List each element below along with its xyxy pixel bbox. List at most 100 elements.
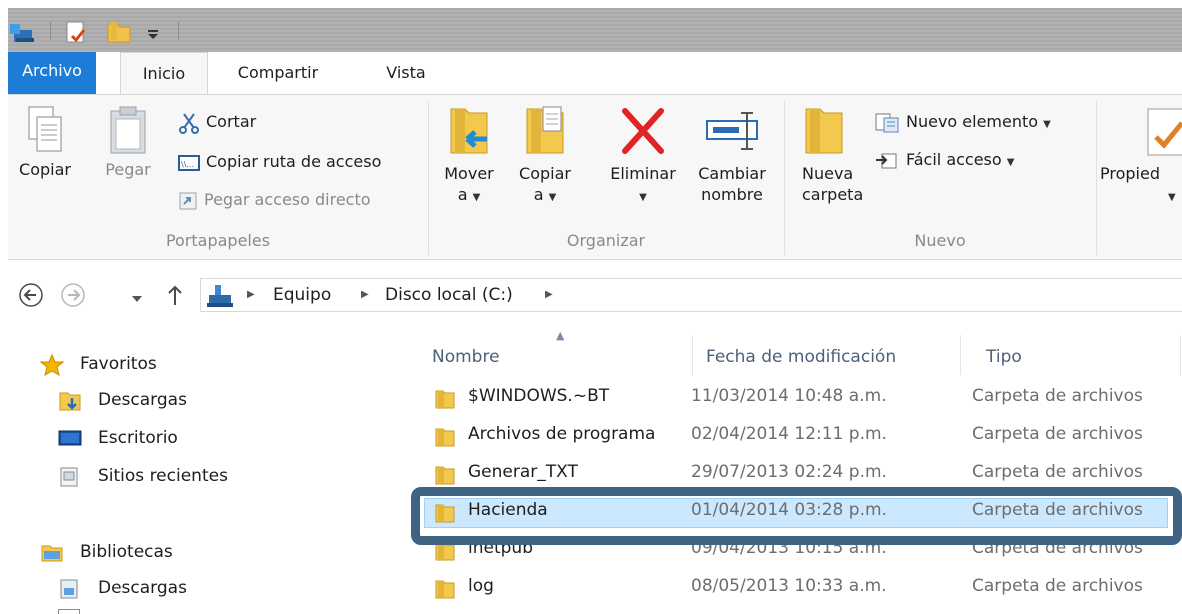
new-folder-qat-icon[interactable]: [106, 20, 132, 44]
libraries-icon: [41, 545, 63, 562]
explorer-app-icon[interactable]: [10, 20, 40, 44]
easy-access-button[interactable]: Fácil acceso ▼: [874, 147, 1014, 173]
properties-button[interactable]: Propied ▼: [1100, 105, 1182, 208]
qat-separator: [50, 22, 51, 40]
new-folder-button[interactable]: Nueva carpeta: [792, 105, 863, 205]
recent-locations-button[interactable]: [130, 289, 144, 308]
cut-label: Cortar: [206, 112, 257, 131]
nav-item-bibliotecas[interactable]: Bibliotecas: [40, 539, 240, 565]
address-bar[interactable]: ▶ Equipo ▶ Disco local (C:) ▶: [200, 278, 1182, 312]
tab-inicio[interactable]: Inicio: [120, 52, 208, 95]
copy-to-button[interactable]: Copiar a ▼: [512, 105, 578, 208]
file-row[interactable]: Archivos de programa 02/04/2014 12:11 p.m…: [410, 419, 1182, 453]
nav-item-label: Descargas: [98, 390, 187, 410]
organize-group-label: Organizar: [566, 231, 646, 250]
file-type: Carpeta de archivos: [972, 538, 1143, 558]
file-name: inetpub: [468, 538, 533, 558]
file-type: Carpeta de archivos: [972, 576, 1143, 596]
nav-item-escritorio[interactable]: Escritorio: [58, 425, 258, 451]
move-to-label-1: Mover: [444, 164, 494, 183]
copy-path-label: Copiar ruta de acceso: [206, 152, 382, 171]
column-header-fecha[interactable]: Fecha de modificación: [706, 337, 946, 377]
cut-button[interactable]: Cortar: [178, 109, 256, 135]
file-row[interactable]: $WINDOWS.~BT 11/03/2014 10:48 a.m. Carpeta…: [410, 381, 1182, 415]
breadcrumb-disco-local[interactable]: Disco local (C:): [385, 285, 513, 305]
library-downloads-icon: [60, 579, 78, 599]
folder-icon: [434, 464, 456, 490]
file-date: 01/04/2014 03:28 p.m.: [691, 500, 887, 520]
paste-shortcut-icon: [179, 192, 197, 209]
copy-icon: [28, 106, 62, 152]
file-date: 09/04/2013 10:15 a.m.: [691, 538, 887, 558]
delete-button[interactable]: Eliminar ▼: [600, 105, 686, 208]
breadcrumb-arrow-icon: ▶: [247, 289, 255, 300]
new-item-button[interactable]: Nuevo elemento ▼: [874, 109, 1051, 135]
properties-label: Propied: [1100, 164, 1160, 183]
new-item-icon: [875, 113, 899, 132]
customize-qat-icon[interactable]: [144, 20, 162, 44]
file-name: Archivos de programa: [468, 424, 656, 444]
nav-item-biblioteca-descargas[interactable]: Descargas: [58, 575, 258, 601]
downloads-folder-icon: [59, 392, 81, 411]
forward-button[interactable]: [60, 282, 86, 312]
properties-qat-icon[interactable]: [64, 20, 90, 44]
breadcrumb-equipo[interactable]: Equipo: [273, 285, 331, 305]
copy-path-icon: \\...: [178, 154, 200, 171]
chevron-down-icon: ▼: [548, 192, 557, 203]
delete-x-icon: [622, 108, 664, 154]
desktop-icon: [58, 430, 82, 446]
copy-label: Copiar: [19, 160, 71, 179]
file-date: 02/04/2014 12:11 p.m.: [691, 424, 887, 444]
copy-to-label-2: a: [533, 185, 544, 204]
up-button[interactable]: [166, 283, 184, 311]
file-row[interactable]: Hacienda 01/04/2014 03:28 p.m. Carpeta de …: [410, 495, 1182, 529]
column-header-tipo[interactable]: Tipo: [986, 337, 1146, 377]
folder-icon: [434, 578, 456, 604]
breadcrumb-arrow-icon: ▶: [545, 289, 553, 300]
back-button[interactable]: [18, 282, 44, 312]
folder-icon: [434, 426, 456, 452]
chevron-down-icon: ▼: [1006, 157, 1015, 168]
nav-item-favoritos[interactable]: Favoritos: [40, 351, 240, 377]
nav-item-sitios-recientes[interactable]: Sitios recientes: [58, 463, 278, 489]
properties-icon: [1147, 108, 1182, 156]
tab-compartir[interactable]: Compartir: [222, 52, 334, 94]
file-row[interactable]: Generar_TXT 29/07/2013 02:24 p.m. Carpeta …: [410, 457, 1182, 491]
rename-button[interactable]: Cambiar nombre: [690, 105, 774, 205]
file-type: Carpeta de archivos: [972, 500, 1143, 520]
file-row[interactable]: inetpub 09/04/2013 10:15 a.m. Carpeta de a…: [410, 533, 1182, 567]
tab-vista[interactable]: Vista: [376, 52, 436, 94]
column-separator[interactable]: [960, 335, 961, 375]
chevron-down-icon: ▼: [472, 192, 481, 203]
paste-button[interactable]: Pegar: [100, 105, 156, 180]
clipboard-group-label: Portapapeles: [165, 231, 271, 250]
file-name: $WINDOWS.~BT: [468, 386, 610, 406]
paste-shortcut-label: Pegar acceso directo: [204, 190, 371, 209]
partially-visible-item-icon: [58, 609, 80, 614]
column-separator[interactable]: [692, 335, 693, 375]
copy-path-button[interactable]: \\... Copiar ruta de acceso: [178, 149, 381, 175]
copy-to-label-1: Copiar: [519, 164, 571, 183]
tab-archivo[interactable]: Archivo: [8, 52, 96, 94]
new-folder-label-1: Nueva: [802, 164, 854, 183]
file-name: Generar_TXT: [468, 462, 578, 482]
nav-item-descargas[interactable]: Descargas: [58, 387, 258, 413]
move-to-button[interactable]: Mover a ▼: [438, 105, 500, 208]
copy-button[interactable]: Copiar: [18, 105, 72, 180]
column-header-nombre[interactable]: Nombre: [432, 337, 672, 377]
folder-icon: [434, 502, 456, 528]
easy-access-icon: [876, 153, 897, 168]
copy-to-icon: [526, 106, 564, 154]
paste-shortcut-button[interactable]: Pegar acceso directo: [178, 187, 371, 213]
title-bar-background: [8, 8, 1182, 52]
column-separator[interactable]: [1180, 335, 1181, 375]
qat-separator: [178, 22, 179, 40]
paste-icon: [110, 106, 146, 154]
navigation-bar: ▶ Equipo ▶ Disco local (C:) ▶: [0, 270, 1182, 318]
file-date: 29/07/2013 02:24 p.m.: [691, 462, 887, 482]
forward-arrow-icon: [61, 283, 85, 307]
chevron-down-icon: ▼: [1043, 119, 1051, 130]
file-row[interactable]: log 08/05/2013 10:33 a.m. Carpeta de archi…: [410, 571, 1182, 605]
nav-item-label: Favoritos: [80, 354, 157, 374]
ribbon-tabs: Archivo Inicio Compartir Vista: [8, 52, 1182, 95]
